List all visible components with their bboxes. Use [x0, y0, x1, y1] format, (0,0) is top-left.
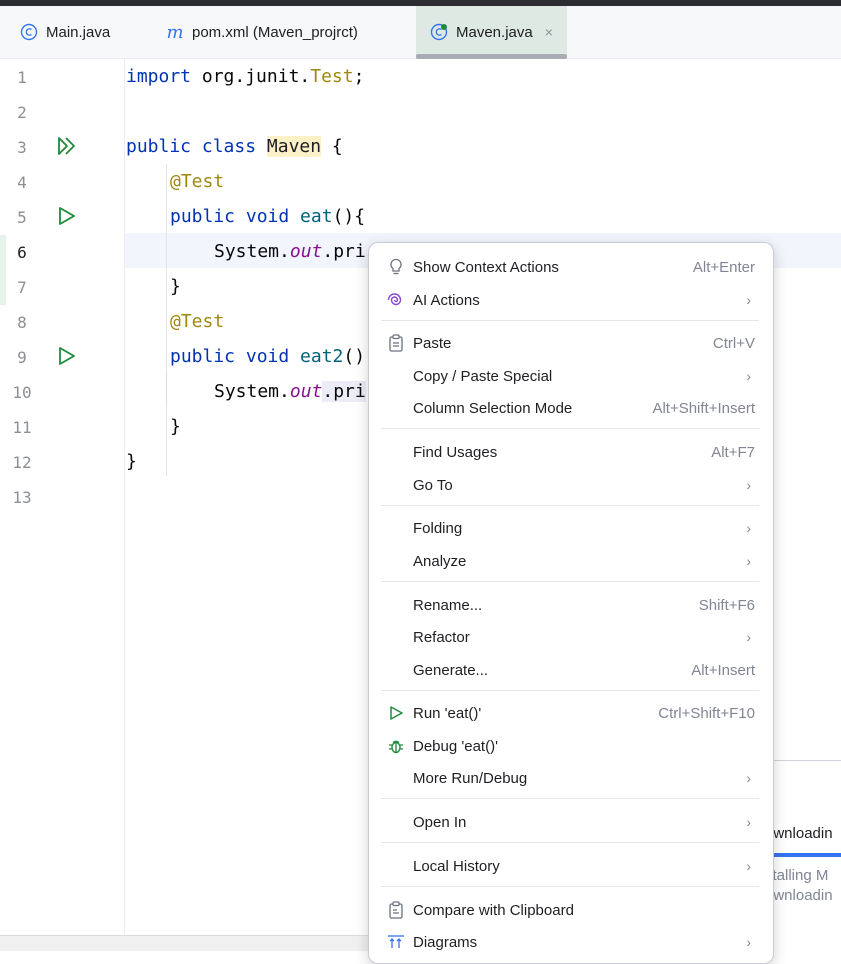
- chevron-right-icon: ›: [746, 292, 751, 308]
- close-icon[interactable]: ×: [545, 24, 553, 40]
- clipboard-icon: [387, 334, 405, 352]
- diagram-icon: [387, 933, 405, 951]
- code-line: }: [170, 416, 181, 437]
- code-line: System.out.pri: [214, 381, 366, 402]
- chevron-right-icon: ›: [746, 520, 751, 536]
- background-progress-popup: ownloadin stalling M ownloadin: [772, 760, 841, 951]
- code-line: public void eat2(): [170, 346, 366, 367]
- line-number: 12: [12, 453, 32, 472]
- line-number: 4: [17, 173, 27, 192]
- chevron-right-icon: ›: [746, 553, 751, 569]
- menu-item-go-to[interactable]: Go To ›: [381, 470, 761, 500]
- code-line: @Test: [170, 171, 225, 192]
- line-number: 3: [17, 138, 27, 157]
- chevron-right-icon: ›: [746, 477, 751, 493]
- menu-item-generate[interactable]: Generate... Alt+Insert: [381, 655, 761, 685]
- java-test-class-icon: [430, 23, 448, 41]
- menu-item-debug[interactable]: Debug 'eat()': [381, 731, 761, 761]
- line-number: 13: [12, 488, 32, 507]
- menu-separator: [381, 428, 759, 429]
- debug-bug-icon: [387, 737, 405, 755]
- tab-maven-java[interactable]: Maven.java ×: [416, 6, 567, 59]
- menu-item-folding[interactable]: Folding ›: [381, 513, 761, 543]
- menu-item-find-usages[interactable]: Find Usages Alt+F7: [381, 437, 761, 467]
- line-number: 10: [12, 383, 32, 402]
- chevron-right-icon: ›: [746, 814, 751, 830]
- ai-spiral-icon: [387, 291, 405, 309]
- line-number: 9: [17, 348, 27, 367]
- chevron-right-icon: ›: [746, 858, 751, 874]
- tab-main-java[interactable]: Main.java: [20, 6, 110, 58]
- menu-item-open-in[interactable]: Open In ›: [381, 807, 761, 837]
- menu-item-diagrams[interactable]: Diagrams ›: [381, 927, 761, 957]
- chevron-right-icon: ›: [746, 934, 751, 950]
- tab-label: pom.xml (Maven_projrct): [192, 23, 358, 41]
- menu-separator: [381, 505, 759, 506]
- menu-item-compare-with-clipboard[interactable]: Compare with Clipboard: [381, 895, 761, 925]
- tab-pom-xml[interactable]: m pom.xml (Maven_projrct): [166, 6, 358, 58]
- maven-icon: m: [166, 21, 184, 43]
- menu-item-refactor[interactable]: Refactor ›: [381, 622, 761, 652]
- code-line: public class Maven {: [126, 136, 343, 157]
- code-line: }: [170, 276, 181, 297]
- progress-bar: [773, 853, 841, 857]
- tab-label: Maven.java: [456, 23, 533, 41]
- run-test-icon[interactable]: [56, 205, 78, 227]
- progress-text: stalling M: [772, 867, 829, 884]
- menu-separator: [381, 842, 759, 843]
- line-number: 5: [17, 208, 27, 227]
- code-line: public void eat(){: [170, 206, 366, 227]
- menu-separator: [381, 581, 759, 582]
- run-all-tests-icon[interactable]: [56, 135, 78, 157]
- progress-text: ownloadin: [773, 887, 833, 904]
- menu-separator: [381, 320, 759, 321]
- lightbulb-icon: [387, 258, 405, 276]
- menu-item-ai-actions[interactable]: AI Actions ›: [381, 285, 761, 315]
- java-class-icon: [20, 23, 38, 41]
- menu-item-more-run-debug[interactable]: More Run/Debug ›: [381, 763, 761, 793]
- chevron-right-icon: ›: [746, 368, 751, 384]
- line-number: 8: [17, 313, 27, 332]
- code-line: @Test: [170, 311, 225, 332]
- line-number: 6: [17, 243, 27, 262]
- chevron-right-icon: ›: [746, 629, 751, 645]
- line-number: 2: [17, 103, 27, 122]
- context-menu: Show Context Actions Alt+Enter AI Action…: [368, 242, 774, 964]
- menu-item-rename[interactable]: Rename... Shift+F6: [381, 590, 761, 620]
- menu-item-paste[interactable]: Paste Ctrl+V: [381, 328, 761, 358]
- tab-label: Main.java: [46, 23, 111, 41]
- line-number: 1: [17, 68, 27, 87]
- menu-item-column-selection-mode[interactable]: Column Selection Mode Alt+Shift+Insert: [381, 393, 761, 423]
- menu-item-copy-paste-special[interactable]: Copy / Paste Special ›: [381, 361, 761, 391]
- compare-clipboard-icon: [387, 901, 405, 919]
- code-line: System.out.pri: [214, 241, 366, 262]
- run-test-icon[interactable]: [56, 345, 78, 367]
- code-line: }: [126, 451, 137, 472]
- chevron-right-icon: ›: [746, 770, 751, 786]
- progress-text: ownloadin: [773, 825, 833, 842]
- code-line: import org.junit.Test;: [126, 66, 365, 87]
- menu-item-local-history[interactable]: Local History ›: [381, 851, 761, 881]
- indent-guide: [166, 164, 167, 476]
- line-number: 7: [17, 278, 27, 297]
- menu-item-analyze[interactable]: Analyze ›: [381, 546, 761, 576]
- editor-tab-bar: Main.java m pom.xml (Maven_projrct) Mave…: [0, 6, 841, 59]
- menu-separator: [381, 886, 759, 887]
- menu-item-show-context-actions[interactable]: Show Context Actions Alt+Enter: [381, 252, 761, 282]
- menu-separator: [381, 798, 759, 799]
- menu-separator: [381, 690, 759, 691]
- indent-guide: [166, 374, 167, 406]
- menu-item-run[interactable]: Run 'eat()' Ctrl+Shift+F10: [381, 698, 761, 728]
- run-icon: [387, 704, 405, 722]
- line-number: 11: [12, 418, 32, 437]
